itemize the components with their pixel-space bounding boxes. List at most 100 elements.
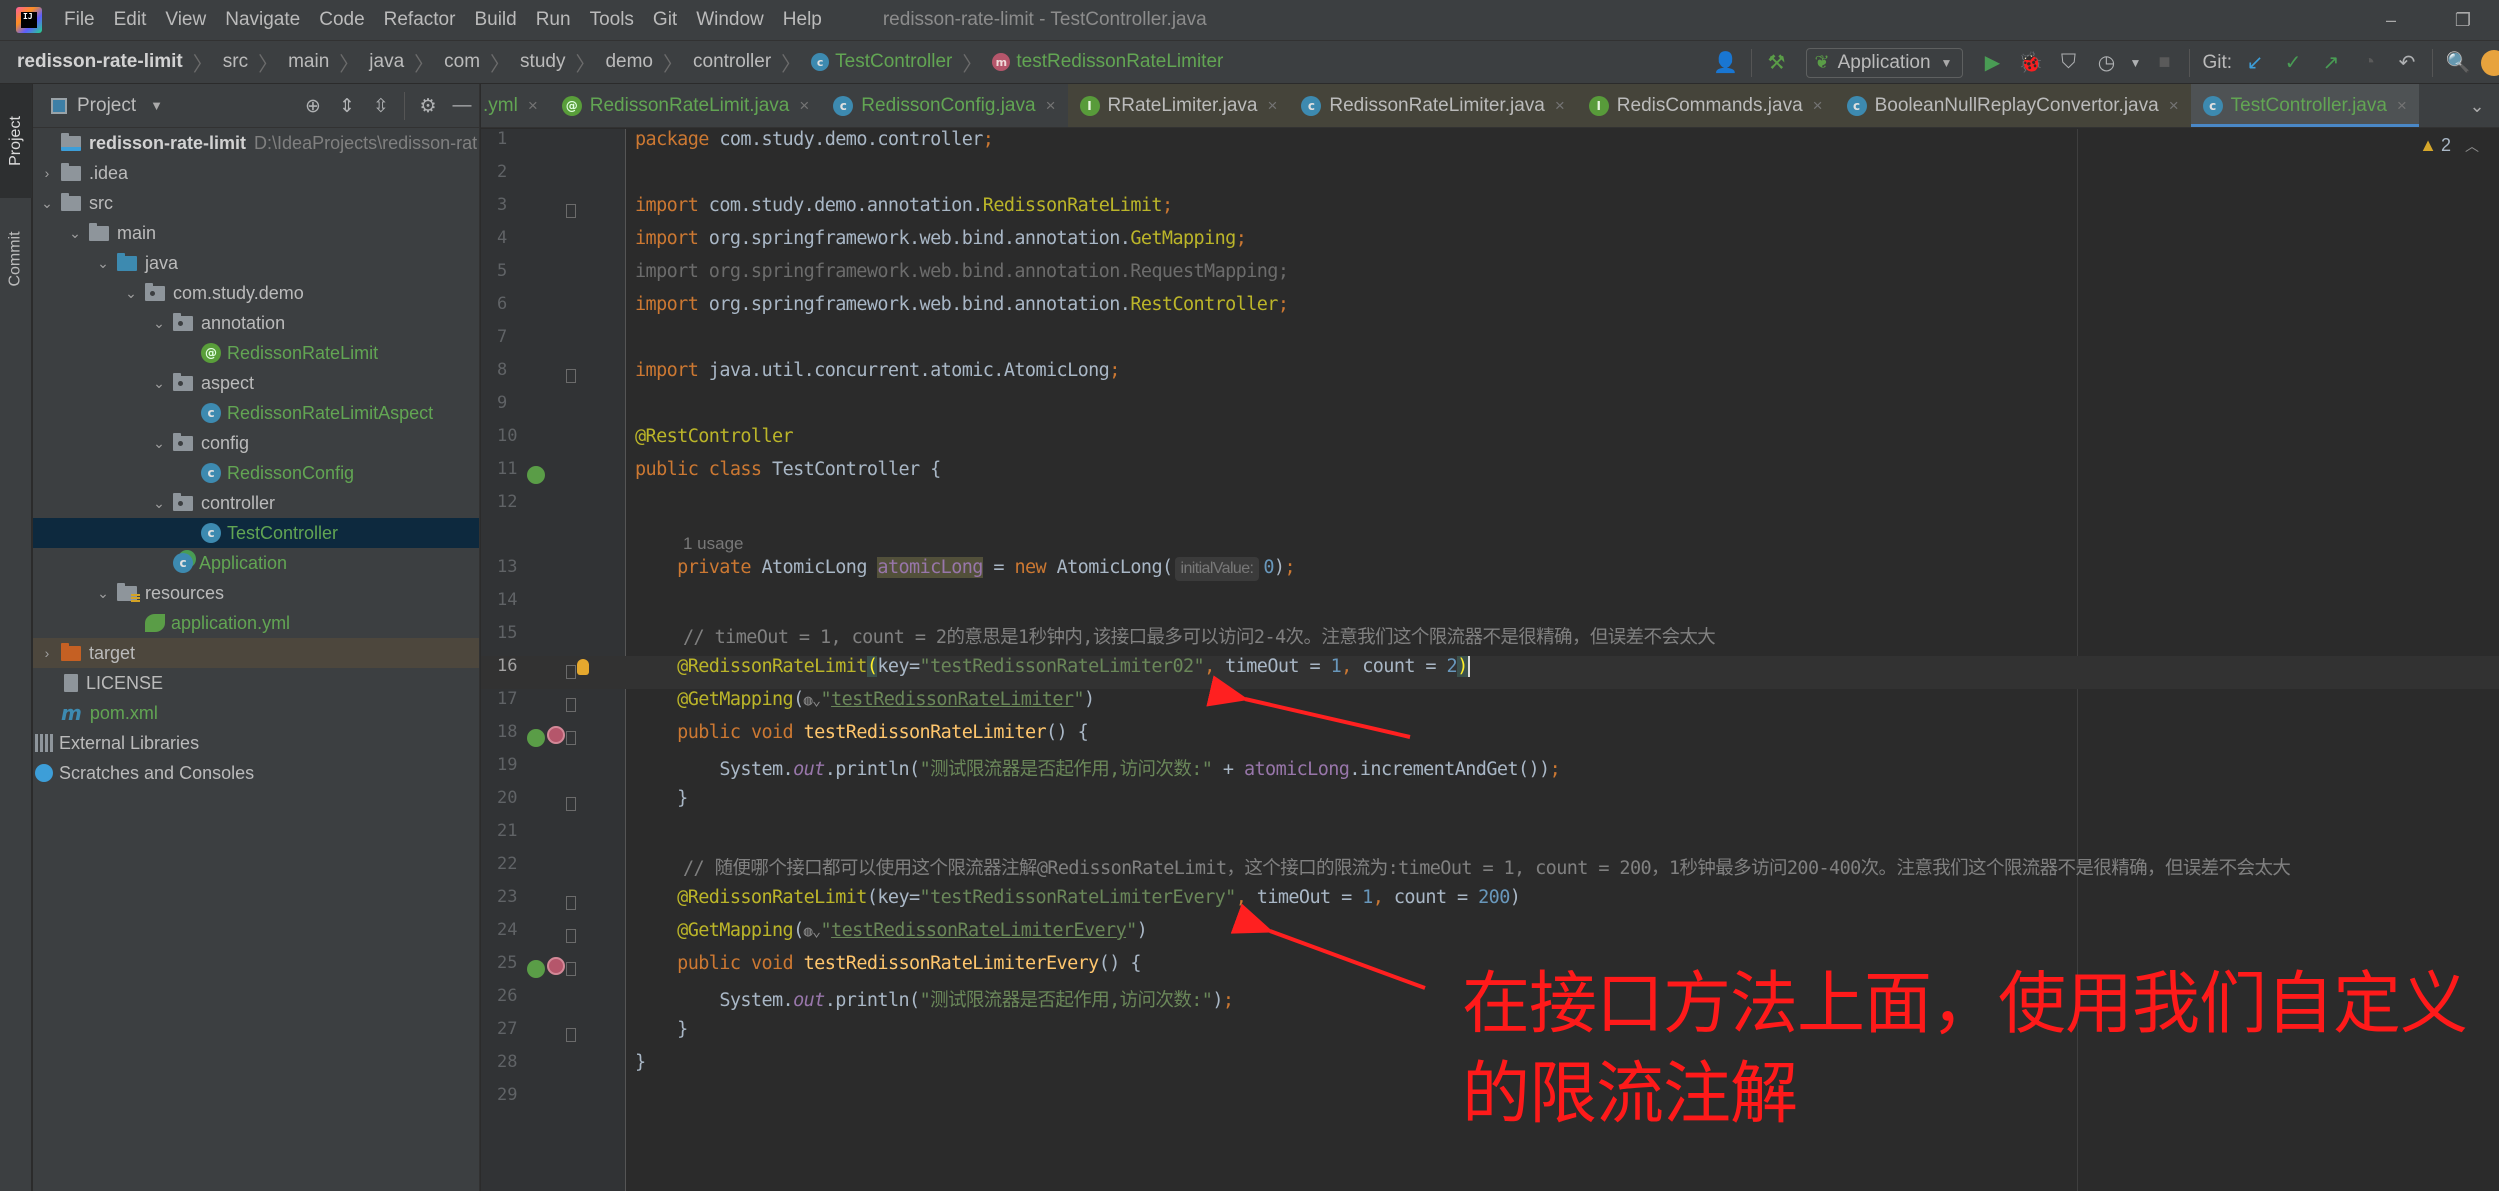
tree-item[interactable]: ›mpom.xml [33,698,479,728]
editor-tab[interactable]: I RRateLimiter.java × [1067,84,1290,127]
close-tab-icon[interactable]: × [1046,96,1056,116]
menu-help[interactable]: Help [783,9,822,31]
stripe-tab-project[interactable]: Project [0,84,32,198]
tree-item[interactable]: ›cApplication [33,548,479,578]
chevron-right-icon[interactable]: › [37,165,57,181]
menu-refactor[interactable]: Refactor [384,9,456,31]
tree-item[interactable]: ›cRedissonRateLimitAspect [33,398,479,428]
tree-item[interactable]: ⌄ resources [33,578,479,608]
caret-down-icon[interactable]: ▼ [2128,47,2142,79]
endpoint-url-link[interactable]: testRedissonRateLimiter [831,689,1074,710]
expand-all-icon[interactable]: ⇕ [333,90,361,122]
menu-file[interactable]: File [64,9,95,31]
editor-tab[interactable]: c TestController.java × [2190,84,2419,127]
tree-item[interactable]: ›@RedissonRateLimit [33,338,479,368]
stripe-tab-commit[interactable]: Commit [0,204,32,314]
gear-icon[interactable]: ⚙ [414,90,442,122]
profile-icon[interactable]: ◷ [2090,47,2122,79]
tree-item[interactable]: › target [33,638,479,668]
stop-icon[interactable]: ■ [2148,47,2180,79]
breadcrumb-demo[interactable]: demo [605,51,653,73]
restore-button[interactable]: ❐ [2427,0,2499,40]
hide-panel-icon[interactable]: — [448,90,476,122]
tree-item[interactable]: ⌄ controller [33,488,479,518]
fold-icon[interactable] [566,896,576,910]
tree-item[interactable]: ›cRedissonConfig [33,458,479,488]
menu-tools[interactable]: Tools [590,9,634,31]
usages-inlay-hint[interactable]: 1 usage [683,527,744,560]
locate-file-icon[interactable]: ⊕ [299,90,327,122]
breadcrumb-study[interactable]: study [520,51,565,73]
caret-down-icon[interactable]: ▼ [150,98,163,113]
tree-item[interactable]: ›redisson-rate-limitD:\IdeaProjects\redi… [33,128,479,158]
fold-icon[interactable] [566,204,576,218]
close-tab-icon[interactable]: × [1267,96,1277,116]
git-history-icon[interactable]: ◔ [2353,47,2385,79]
fold-icon[interactable] [566,797,576,811]
chevron-down-icon[interactable]: ⌄ [149,495,169,512]
endpoint-url-link[interactable]: testRedissonRateLimiterEvery [831,920,1127,941]
close-tab-icon[interactable]: × [528,96,538,116]
menu-git[interactable]: Git [653,9,677,31]
chevron-right-icon[interactable]: › [37,645,57,661]
fold-icon[interactable] [566,369,576,383]
editor-tab[interactable]: .yml × [481,84,550,127]
debug-icon[interactable]: 🐞 [2014,47,2046,79]
search-icon[interactable]: 🔍 [2442,47,2474,79]
fold-icon[interactable] [566,665,576,679]
chevron-down-icon[interactable]: ⌄ [93,585,113,602]
run-configuration-select[interactable]: ❦ Application ▼ [1805,47,1964,78]
tree-item[interactable]: ⌄ com.study.demo [33,278,479,308]
menu-navigate[interactable]: Navigate [225,9,300,31]
editor-tab[interactable]: c BooleanNullReplayConvertor.java × [1834,84,2191,127]
fold-icon[interactable] [566,1028,576,1042]
globe-icon[interactable]: ◍⌄ [804,691,821,709]
tree-item[interactable]: ›LICENSE [33,668,479,698]
git-commit-icon[interactable]: ✓ [2277,47,2309,79]
chevron-down-icon[interactable]: ⌄ [121,285,141,302]
tree-item[interactable]: ›cTestController [33,518,479,548]
breadcrumb-method[interactable]: testRedissonRateLimiter [1016,51,1223,73]
breadcrumb-com[interactable]: com [444,51,480,73]
close-tab-icon[interactable]: × [1555,96,1565,116]
tree-item[interactable]: ⌄ src [33,188,479,218]
breadcrumb-class[interactable]: TestController [835,51,952,73]
chevron-down-icon[interactable]: ⌄ [149,435,169,452]
menu-run[interactable]: Run [536,9,571,31]
request-mapping-gutter-icon[interactable] [547,957,565,975]
breadcrumb-src[interactable]: src [223,51,248,73]
tree-item[interactable]: ⌄ java [33,248,479,278]
spring-bean-gutter-icon[interactable] [527,466,545,484]
fold-icon[interactable] [566,698,576,712]
globe-icon[interactable]: ◍⌄ [804,922,821,940]
tree-item[interactable]: External Libraries [33,728,479,758]
menu-window[interactable]: Window [696,9,764,31]
breadcrumb-controller[interactable]: controller [693,51,771,73]
close-tab-icon[interactable]: × [799,96,809,116]
tree-item[interactable]: ⌄ main [33,218,479,248]
fold-icon[interactable] [566,962,576,976]
tree-item[interactable]: ›application.yml [33,608,479,638]
git-update-icon[interactable]: ↙ [2239,47,2271,79]
fold-icon[interactable] [566,731,576,745]
collapse-all-icon[interactable]: ⇳ [367,90,395,122]
chevron-down-icon[interactable]: ⌄ [149,315,169,332]
git-push-icon[interactable]: ↗ [2315,47,2347,79]
menu-view[interactable]: View [165,9,206,31]
breadcrumb-main[interactable]: main [288,51,329,73]
tree-item[interactable]: ⌄ config [33,428,479,458]
rollback-icon[interactable]: ↶ [2391,47,2423,79]
request-mapping-gutter-icon[interactable] [547,726,565,744]
user-dropdown-icon[interactable]: 👤 [1710,47,1742,79]
spring-endpoint-gutter-icon[interactable] [527,729,545,747]
fold-icon[interactable] [566,929,576,943]
editor-tab[interactable]: c RedissonRateLimiter.java × [1289,84,1577,127]
spring-endpoint-gutter-icon[interactable] [527,960,545,978]
editor-tab[interactable]: I RedisCommands.java × [1576,84,1835,127]
menu-build[interactable]: Build [474,9,516,31]
tree-item[interactable]: › .idea [33,158,479,188]
update-available-icon[interactable] [2481,49,2499,76]
tree-item[interactable]: Scratches and Consoles [33,758,479,788]
editor-tab[interactable]: c RedissonConfig.java × [821,84,1067,127]
close-tab-icon[interactable]: × [2169,96,2179,116]
